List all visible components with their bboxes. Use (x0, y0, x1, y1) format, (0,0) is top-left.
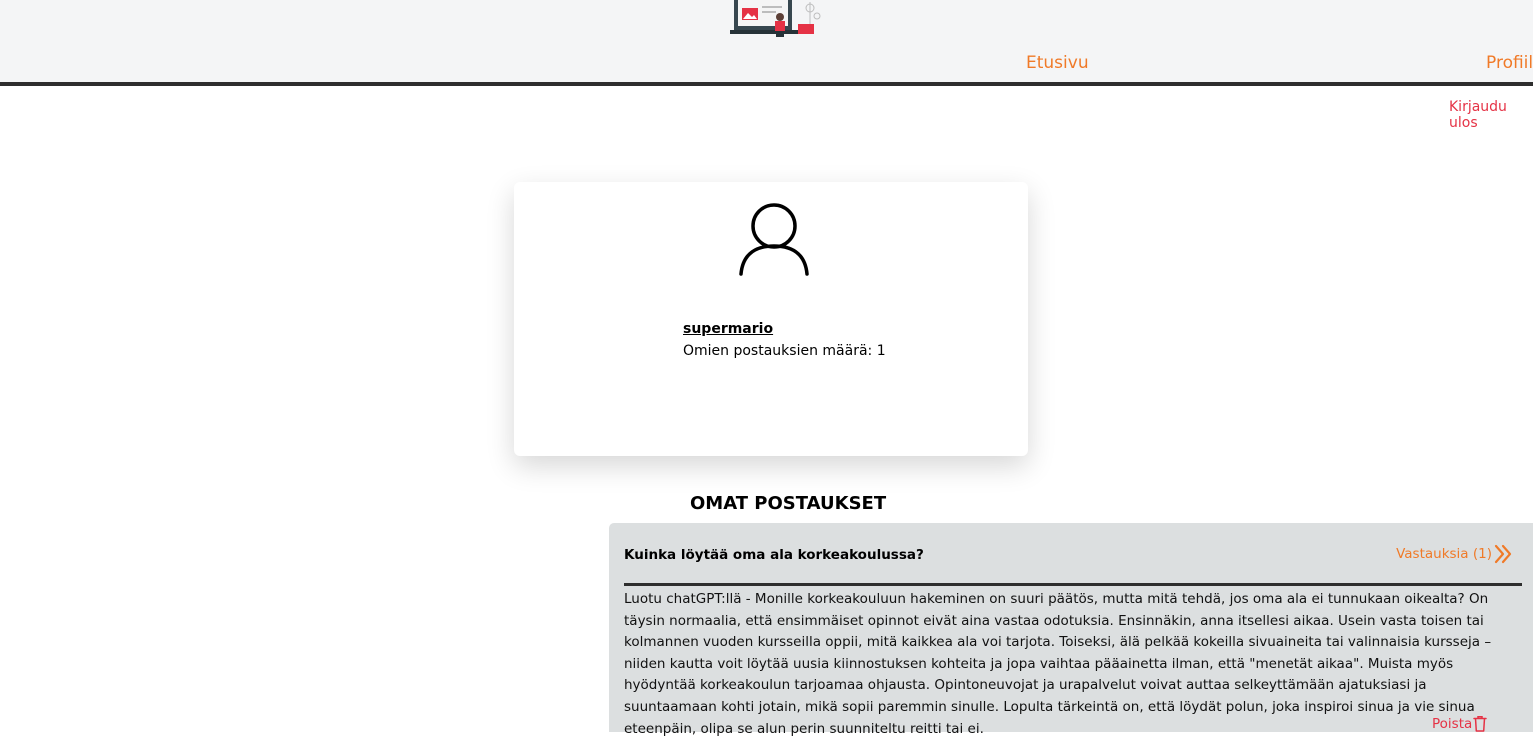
post-divider (624, 583, 1522, 586)
site-logo-illustration[interactable] (724, 0, 824, 40)
user-avatar-icon (739, 203, 809, 276)
trash-icon (1473, 716, 1488, 732)
logout-link[interactable]: Kirjaudu ulos (1449, 99, 1533, 131)
delete-post-button[interactable]: Poista (1432, 715, 1488, 732)
replies-link[interactable]: Vastauksia (1) (1396, 544, 1512, 564)
profile-card: supermario Omien postauksien määrä: 1 (514, 182, 1028, 456)
double-chevron-right-icon (1494, 544, 1512, 564)
profile-username[interactable]: supermario (683, 321, 773, 337)
replies-label: Vastauksia (1) (1396, 546, 1492, 562)
nav-home-link[interactable]: Etusivu (1026, 53, 1089, 73)
post-title: Kuinka löytää oma ala korkeakoulussa? (624, 547, 924, 563)
post-body: Luotu chatGPT:llä - Monille korkeakouluu… (624, 591, 1492, 737)
delete-label: Poista (1432, 715, 1473, 732)
post-card: Kuinka löytää oma ala korkeakoulussa? Va… (609, 523, 1533, 737)
my-posts-heading: OMAT POSTAUKSET (690, 493, 887, 514)
profile-post-count: Omien postauksien määrä: 1 (683, 343, 886, 359)
nav-profile-link[interactable]: Profiili (1486, 53, 1533, 73)
header: Etusivu Profiili (0, 0, 1533, 86)
